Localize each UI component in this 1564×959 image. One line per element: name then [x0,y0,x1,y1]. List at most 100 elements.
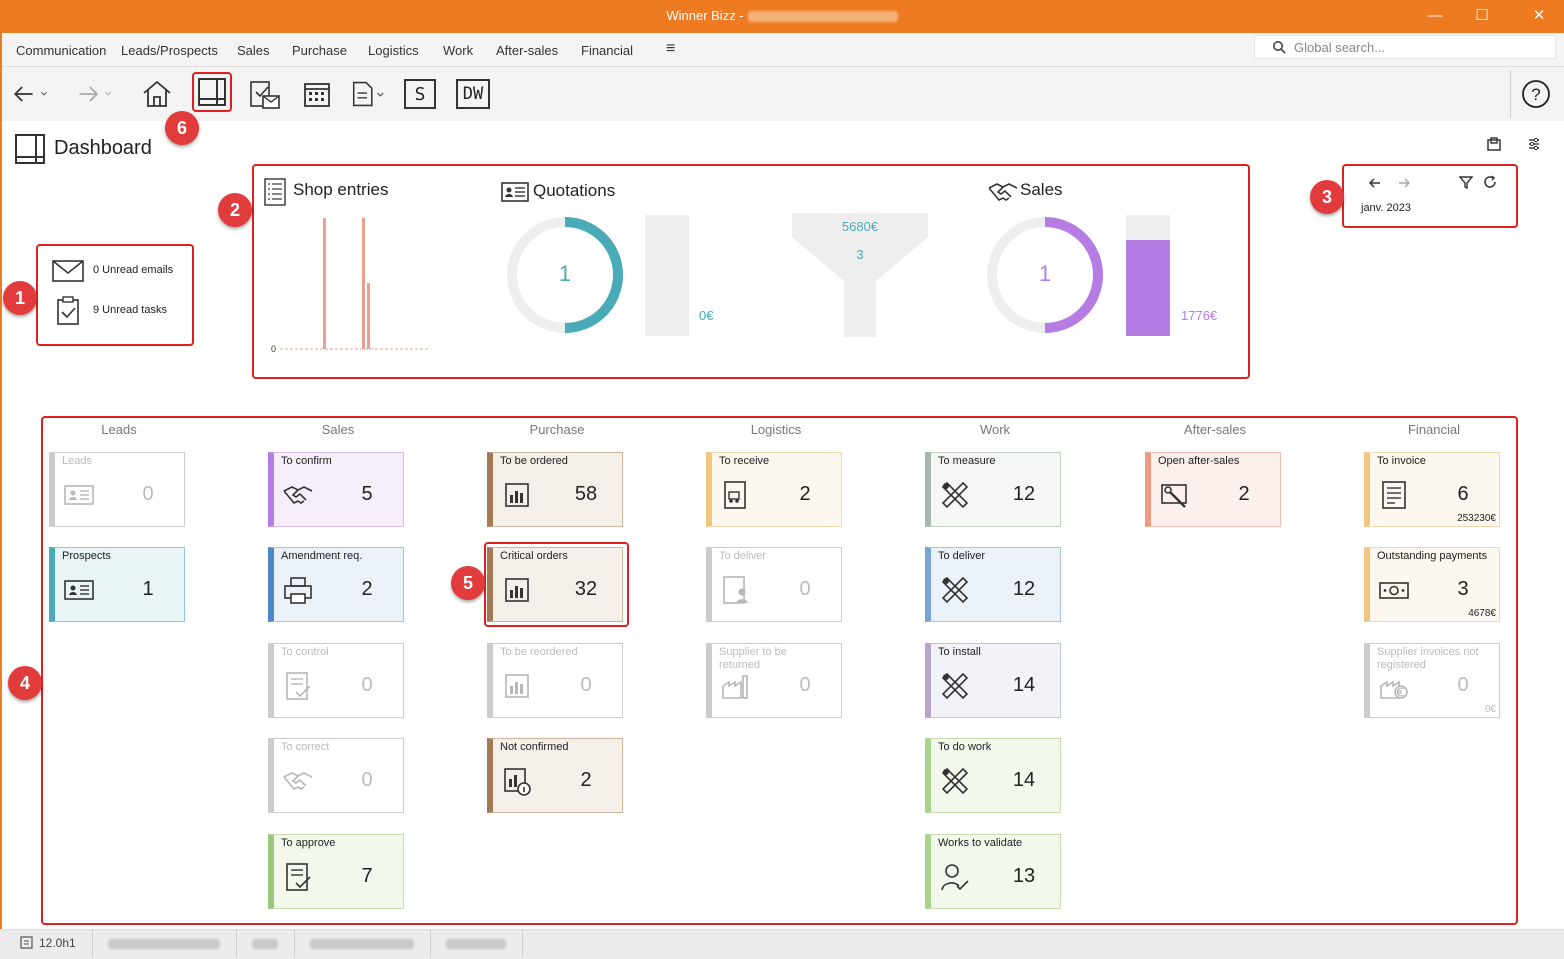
delivery-icon [724,481,746,509]
menu-financial[interactable]: Financial [581,43,633,58]
tile-to-approve[interactable]: To approve 7 [268,834,404,909]
unread-tasks-link[interactable]: 9 Unread tasks [93,304,167,316]
tile-open-after-sales[interactable]: Open after-sales 2 [1145,452,1281,527]
tile-logistics-to-deliver[interactable]: To deliver 0 [706,547,842,622]
tile-supplier-invoices[interactable]: Supplier invoices not registered 0 0€ [1364,643,1500,718]
menu-logistics[interactable]: Logistics [368,43,419,58]
tile-to-correct[interactable]: To correct 0 [268,738,404,813]
tile-not-confirmed[interactable]: Not confirmed 2 [487,738,623,813]
tile-to-invoice[interactable]: To invoice 6 253230€ [1364,452,1500,527]
menu-leads-prospects[interactable]: Leads/Prospects [121,43,218,58]
period-label: janv. 2023 [1361,202,1411,214]
tile-amount: 0€ [1484,704,1496,715]
tile-label: To deliver [719,550,767,562]
tasks-mail-button[interactable] [244,75,284,113]
tile-value: 1 [142,578,154,600]
callout-badge-6: 6 [165,111,199,145]
dw-button[interactable]: DW [456,79,490,109]
dashboard-icon [15,134,45,164]
filter-icon[interactable] [1459,175,1473,189]
menu-communication[interactable]: Communication [16,43,106,58]
global-search[interactable]: Global search... [1254,35,1556,59]
tile-works-to-validate[interactable]: Works to validate 13 [925,834,1061,909]
tile-value: 5 [361,483,373,505]
tile-to-measure[interactable]: To measure 12 [925,452,1061,527]
quotations-amount-bar [645,215,689,336]
menu-work[interactable]: Work [443,43,473,58]
help-button[interactable]: ? [1516,75,1556,113]
tools-icon [941,767,969,795]
sales-amount: 1776€ [1181,308,1218,323]
list-document-icon [264,178,286,206]
tools-icon [941,481,969,509]
menu-purchase[interactable]: Purchase [292,43,347,58]
checklist-icon [286,863,311,891]
tile-to-do-work[interactable]: To do work 14 [925,738,1061,813]
unread-emails-link[interactable]: 0 Unread emails [93,264,173,276]
documents-button[interactable] [348,75,388,113]
settings-icon[interactable] [1527,136,1541,152]
dashboard-button[interactable] [192,72,232,112]
tile-to-confirm[interactable]: To confirm 5 [268,452,404,527]
sales-title[interactable]: Sales [1020,180,1063,200]
tile-prospects[interactable]: Prospects 1 [49,547,185,622]
tile-outstanding-payments[interactable]: Outstanding payments 3 4678€ [1364,547,1500,622]
menu-after-sales[interactable]: After-sales [496,43,558,58]
close-button[interactable]: ✕ [1524,5,1554,27]
calendar-button[interactable] [297,75,337,113]
refresh-icon[interactable] [1483,175,1497,189]
tile-label: To correct [281,741,330,753]
status-bar [0,929,1564,959]
tile-to-control[interactable]: To control 0 [268,643,404,718]
tile-to-install[interactable]: To install 14 [925,643,1061,718]
shop-entries-chart [280,218,428,350]
tile-to-be-ordered[interactable]: To be ordered 58 [487,452,623,527]
tile-to-receive[interactable]: To receive 2 [706,452,842,527]
tile-value: 6 [1457,483,1469,505]
handshake-icon [283,772,313,790]
svg-text:?: ? [1531,85,1540,104]
window-title: Winner Bizz - [0,8,1564,23]
quotations-count: 1 [558,261,572,286]
column-header-leads: Leads [101,422,137,437]
next-period-icon[interactable] [1397,176,1411,190]
chart-bar [323,218,326,349]
save-layout-icon[interactable] [1486,136,1502,152]
tile-work-to-deliver[interactable]: To deliver 12 [925,547,1061,622]
task-mail-icon [250,81,280,109]
tile-label: To invoice [1377,455,1426,467]
tile-label: Supplier invoices not registered [1377,646,1479,671]
handshake-icon [988,183,1018,201]
minimize-button[interactable]: — [1420,5,1450,27]
back-button[interactable] [10,75,50,113]
sales-count: 1 [1038,261,1052,286]
tile-value: 0 [361,769,373,791]
forward-button[interactable] [76,75,116,113]
callout-badge-1: 1 [3,281,37,315]
tile-to-be-reordered[interactable]: To be reordered 0 [487,643,623,718]
contact-card-icon [64,485,94,505]
tile-amendment-req[interactable]: Amendment req. 2 [268,547,404,622]
shop-entries-title[interactable]: Shop entries [293,180,388,200]
order-info-icon [504,768,531,796]
s-button[interactable]: S [404,79,436,109]
home-button[interactable] [137,75,177,113]
tile-value: 14 [1012,769,1036,791]
order-chart-icon [505,674,529,698]
tile-supplier-returned[interactable]: Supplier to be returned 0 [706,643,842,718]
version-icon [20,936,33,949]
hamburger-icon[interactable]: ≡ [666,40,675,58]
callout-badge-5: 5 [451,566,485,600]
maximize-button[interactable]: ☐ [1467,5,1497,27]
quotations-title[interactable]: Quotations [533,181,615,201]
previous-period-icon[interactable] [1368,176,1382,190]
tile-label: Open after-sales [1158,455,1240,467]
tile-critical-orders[interactable]: Critical orders 32 [487,547,623,622]
column-header-logistics: Logistics [750,422,802,437]
callout-badge-3: 3 [1310,180,1344,214]
tile-value: 14 [1012,674,1036,696]
menu-sales[interactable]: Sales [237,43,270,58]
tile-leads[interactable]: Leads 0 [49,452,185,527]
tile-label: To be ordered [500,455,568,467]
quotation-card-icon [501,182,529,202]
